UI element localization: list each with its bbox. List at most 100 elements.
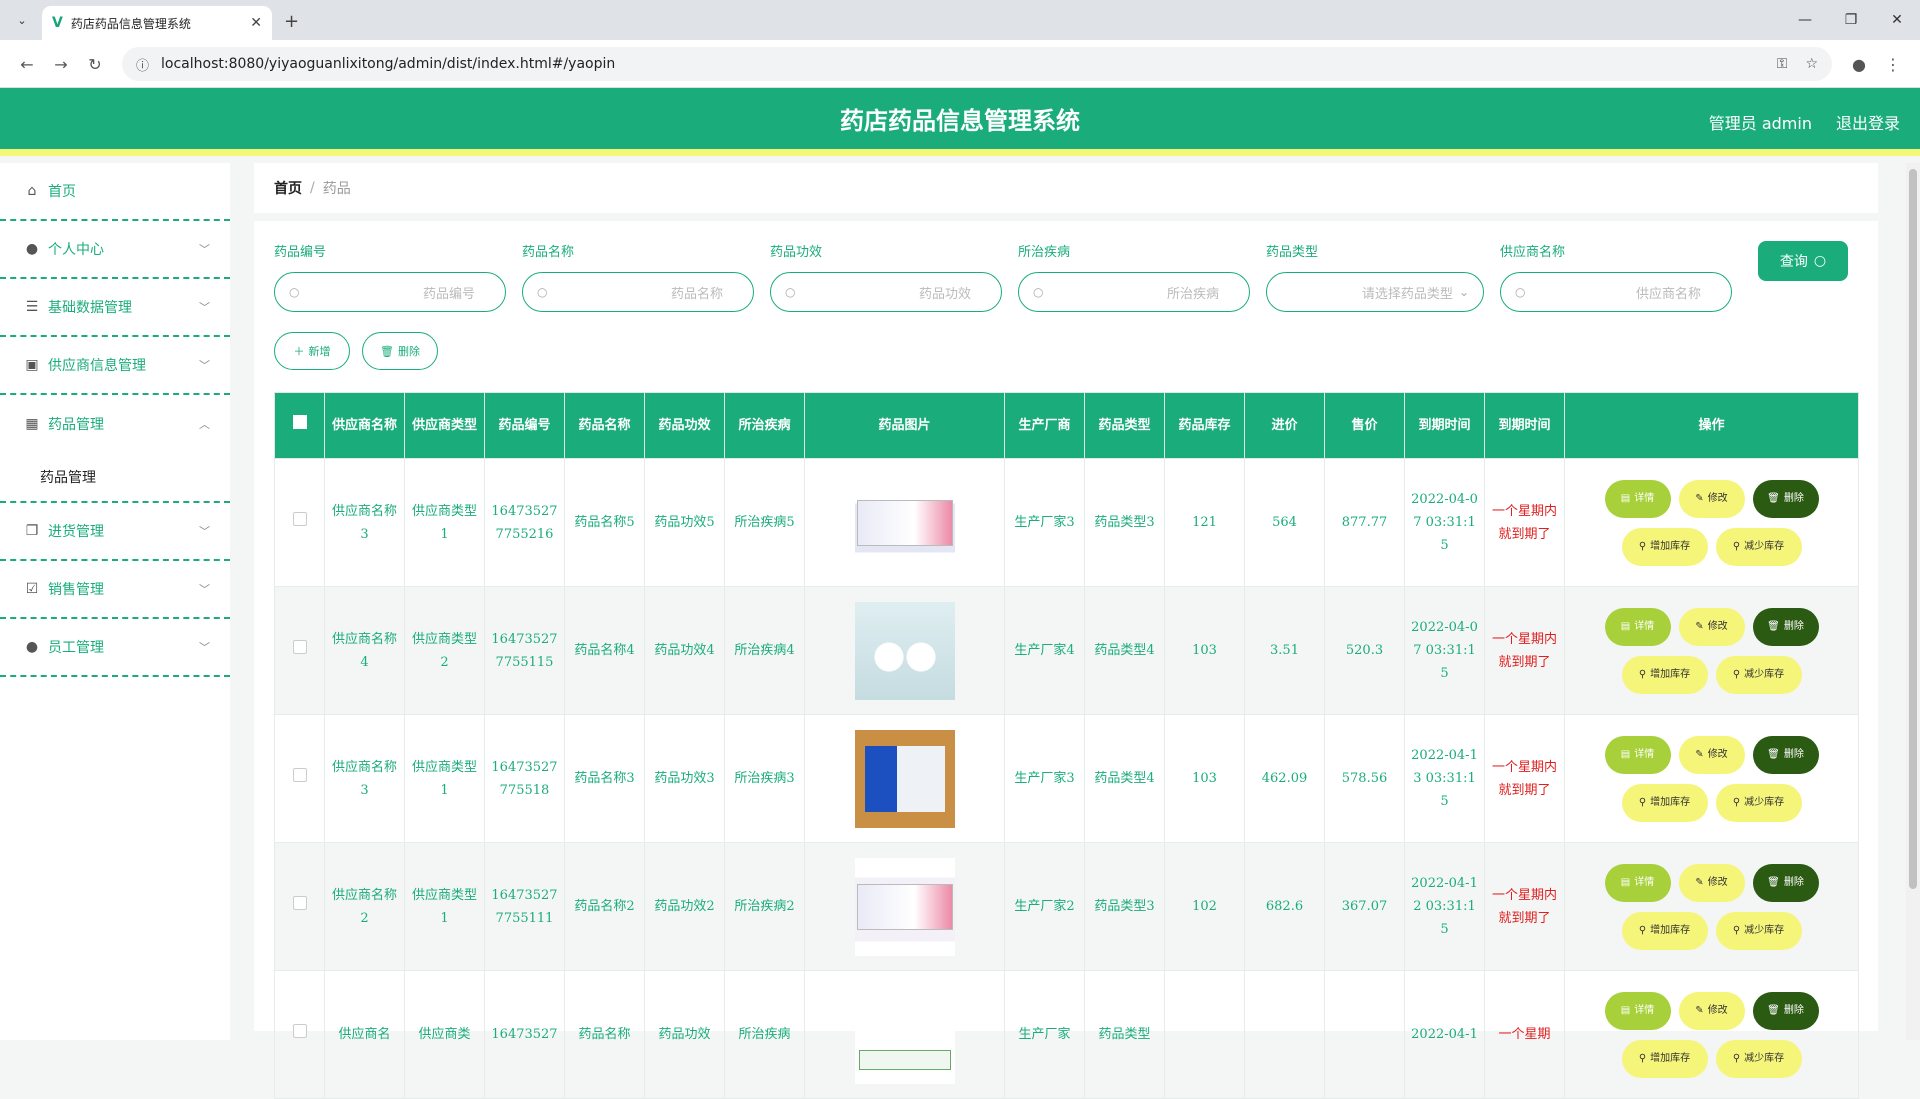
document-icon: ▤ [1620,493,1631,504]
key-icon[interactable]: ⚿ [1777,56,1788,72]
drug-code-input[interactable]: ○ 药品编号 [274,272,506,312]
profile-icon[interactable]: ● [1842,55,1876,74]
row-delete-button[interactable]: 🗑 删除 [1752,607,1819,646]
column-header[interactable]: 药品图片 [804,392,1005,459]
pin-icon: ⚲ [1638,541,1647,552]
plus-icon: ＋ [293,345,305,358]
sidebar-subitem-drug[interactable]: 药品管理 [0,453,230,503]
row-checkbox[interactable] [274,970,325,1099]
vue-logo-icon: V [52,15,63,31]
row-checkbox[interactable] [274,586,325,715]
address-bar[interactable]: ⓘ localhost:8080/yiyaoguanlixitong/admin… [122,47,1832,81]
add-button[interactable]: ＋新增 [274,332,350,370]
cell-supplier-type: 供应商类型1 [404,842,485,971]
nav-bar: ← → ↻ ⓘ localhost:8080/yiyaoguanlixitong… [0,40,1920,88]
browser-tab[interactable]: V 药店药品信息管理系统 ✕ [42,6,272,40]
column-header[interactable]: 所治疾病 [724,392,805,459]
sidebar-item-sales[interactable]: ☑ 销售管理 ﹀ [0,561,230,619]
drug-effect-input[interactable]: ○ 药品功效 [770,272,1002,312]
decrease-stock-button[interactable]: ⚲ 减少库存 [1715,911,1802,950]
column-header[interactable]: 药品功效 [644,392,725,459]
row-checkbox[interactable] [274,714,325,843]
column-header[interactable]: 供应商类型 [404,392,485,459]
pin-icon: ⚲ [1732,541,1741,552]
star-icon[interactable]: ☆ [1805,56,1818,72]
search-icon: ○ [1033,285,1044,299]
column-header[interactable]: 供应商名称 [324,392,405,459]
column-header[interactable]: 药品名称 [564,392,645,459]
drug-name-input[interactable]: ○ 药品名称 [522,272,754,312]
increase-stock-button[interactable]: ⚲ 增加库存 [1621,911,1708,950]
edit-button[interactable]: ✎ 修改 [1678,991,1745,1030]
cell-drug-code: 16473527 [484,970,565,1099]
column-header[interactable]: 到期时间 [1484,392,1565,459]
select-all-checkbox[interactable] [274,392,325,459]
logout-link[interactable]: 退出登录 [1836,110,1900,134]
row-delete-button[interactable]: 🗑 删除 [1752,863,1819,902]
drug-type-select[interactable]: 请选择药品类型 ⌄ [1266,272,1484,312]
column-header[interactable]: 药品编号 [484,392,565,459]
sidebar-item-basic-data[interactable]: ☰ 基础数据管理 ﹀ [0,279,230,337]
close-tab-icon[interactable]: ✕ [250,15,262,31]
cell-cost: 564 [1244,458,1325,587]
edit-button[interactable]: ✎ 修改 [1678,479,1745,518]
detail-button[interactable]: ▤ 详情 [1604,991,1671,1030]
back-icon[interactable]: ← [10,55,44,74]
row-checkbox[interactable] [274,842,325,971]
minimize-icon[interactable]: — [1782,0,1828,40]
sidebar-item-drug[interactable]: ▦ 药品管理 ︿ [0,395,230,453]
column-header[interactable]: 售价 [1324,392,1405,459]
row-checkbox[interactable] [274,458,325,587]
disease-input[interactable]: ○ 所治疾病 [1018,272,1250,312]
decrease-stock-button[interactable]: ⚲ 减少库存 [1715,1039,1802,1078]
edit-button[interactable]: ✎ 修改 [1678,863,1745,902]
column-header[interactable]: 到期时间 [1404,392,1485,459]
drug-image [854,601,955,700]
edit-button[interactable]: ✎ 修改 [1678,735,1745,774]
row-delete-button[interactable]: 🗑 删除 [1752,735,1819,774]
column-header[interactable]: 进价 [1244,392,1325,459]
page-scrollbar[interactable] [1906,163,1920,1040]
query-button[interactable]: 查询 ○ [1758,241,1848,281]
close-window-icon[interactable]: ✕ [1874,0,1920,40]
cell-drug-name: 药品名称 [564,970,645,1099]
reload-icon[interactable]: ↻ [78,55,112,74]
filter-label: 供应商名称 [1500,245,1566,260]
decrease-stock-button[interactable]: ⚲ 减少库存 [1715,527,1802,566]
sidebar-item-supplier[interactable]: ▣ 供应商信息管理 ﹀ [0,337,230,395]
detail-button[interactable]: ▤ 详情 [1604,479,1671,518]
supplier-name-input[interactable]: ○ 供应商名称 [1500,272,1732,312]
column-header[interactable]: 药品类型 [1084,392,1165,459]
detail-button[interactable]: ▤ 详情 [1604,607,1671,646]
cell-drug-name: 药品名称4 [564,586,645,715]
decrease-stock-button[interactable]: ⚲ 减少库存 [1715,783,1802,822]
menu-icon[interactable]: ⋮ [1876,55,1910,74]
sidebar-item-staff[interactable]: ● 员工管理 ﹀ [0,619,230,677]
increase-stock-button[interactable]: ⚲ 增加库存 [1621,1039,1708,1078]
table-row: 供应商名称4 供应商类型2 164735277755115 药品名称4 药品功效… [274,586,1859,715]
cell-drug-name: 药品名称3 [564,714,645,843]
cell-expire-warning: 一个星期内就到期了 [1484,458,1565,587]
sidebar-item-purchase[interactable]: ❐ 进货管理 ﹀ [0,503,230,561]
forward-icon[interactable]: → [44,55,78,74]
increase-stock-button[interactable]: ⚲ 增加库存 [1621,527,1708,566]
tab-search-icon[interactable]: ⌄ [8,6,36,34]
column-header[interactable]: 药品库存 [1164,392,1245,459]
site-info-icon[interactable]: ⓘ [136,55,149,74]
new-tab-icon[interactable]: + [284,11,299,32]
increase-stock-button[interactable]: ⚲ 增加库存 [1621,655,1708,694]
decrease-stock-button[interactable]: ⚲ 减少库存 [1715,655,1802,694]
sidebar-item-home[interactable]: ⌂ 首页 [0,163,230,221]
breadcrumb-home[interactable]: 首页 [274,178,302,198]
restore-icon[interactable]: ❐ [1828,0,1874,40]
detail-button[interactable]: ▤ 详情 [1604,863,1671,902]
row-delete-button[interactable]: 🗑 删除 [1752,991,1819,1030]
column-header[interactable]: 生产厂商 [1004,392,1085,459]
detail-button[interactable]: ▤ 详情 [1604,735,1671,774]
row-delete-button[interactable]: 🗑 删除 [1752,479,1819,518]
sidebar-item-profile[interactable]: ● 个人中心 ﹀ [0,221,230,279]
scrollbar-thumb[interactable] [1909,169,1917,889]
delete-button[interactable]: 🗑 删除 [362,332,438,370]
increase-stock-button[interactable]: ⚲ 增加库存 [1621,783,1708,822]
edit-button[interactable]: ✎ 修改 [1678,607,1745,646]
